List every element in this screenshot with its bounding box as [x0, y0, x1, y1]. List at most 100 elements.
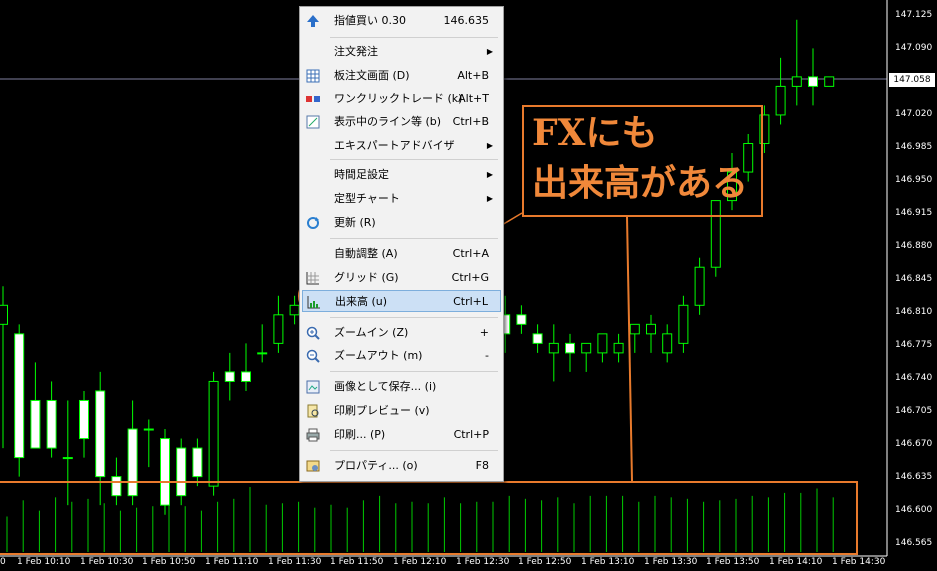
menu-item-label: 出来高 (u) [335, 295, 388, 308]
candle-body [678, 304, 689, 344]
menu-item-11[interactable]: グリッド (G) Ctrl+G [302, 267, 501, 289]
candle-body [565, 342, 575, 354]
menu-item-14[interactable]: ズームアウト (m) - [302, 345, 501, 367]
candle-body [662, 333, 673, 354]
candle-body [791, 76, 802, 87]
menu-item-shortcut: Alt+B [457, 69, 489, 82]
time-tick-label: 1 Feb 10:50 [142, 557, 196, 567]
candle-body [14, 333, 25, 459]
menu-item-label: 板注文画面 (D) [334, 69, 410, 82]
menu-item-7[interactable]: 時間足設定 ▶ [302, 164, 501, 186]
menu-item-label: 表示中のライン等 (b) [334, 115, 442, 128]
menu-item-6[interactable]: エキスパートアドバイザ ▶ [302, 135, 501, 157]
menu-item-shortcut: - [485, 349, 489, 362]
candle-body [808, 76, 818, 87]
candle-body [581, 342, 592, 354]
menu-item-3[interactable]: 板注文画面 (D) Alt+B [302, 65, 501, 87]
candle-body [143, 428, 154, 431]
candle-body [62, 457, 73, 460]
menu-item-shortcut: Ctrl+L [453, 295, 488, 308]
menu-item-label: 指値買い 0.30 [334, 14, 406, 27]
candle-body [629, 323, 640, 335]
candle-body [241, 371, 251, 382]
menu-item-16[interactable]: 印刷プレビュー (v) [302, 400, 501, 422]
menu-item-9[interactable]: 更新 (R) [302, 212, 501, 234]
menu-item-shortcut: + [479, 326, 489, 339]
menu-separator [330, 159, 498, 160]
submenu-arrow-icon: ▶ [486, 141, 493, 150]
price-tick-label: 147.020 [895, 109, 933, 119]
candle-body [95, 390, 106, 478]
price-tick-label: 146.740 [895, 373, 933, 383]
menu-item-12[interactable]: 出来高 (u) Ctrl+L [302, 290, 501, 312]
menu-item-label: 画像として保存... (i) [334, 380, 437, 393]
menu-item-label: ズームイン (Z) [334, 326, 409, 339]
menu-item-shortcut: Ctrl+G [451, 271, 489, 284]
menu-item-17[interactable]: 印刷... (P) Ctrl+P [302, 424, 501, 446]
price-tick-label: 147.090 [895, 43, 933, 53]
grid-icon [306, 271, 320, 285]
candle-body [824, 76, 835, 87]
time-tick-label: 1 Feb 11:50 [330, 557, 384, 567]
time-tick-label: 1 Feb 13:50 [706, 557, 760, 567]
menu-item-1[interactable]: 指値買い 0.30 146.635 [302, 10, 501, 32]
save-image-icon [306, 380, 320, 394]
menu-item-label: ワンクリックトレード (k) [334, 92, 463, 105]
current-price-marker: 147.058 [889, 73, 935, 87]
menu-item-5[interactable]: 表示中のライン等 (b) Ctrl+B [302, 111, 501, 133]
menu-item-label: 印刷... (P) [334, 428, 386, 441]
menu-item-label: ズームアウト (m) [334, 349, 423, 362]
time-tick-label: 1 Feb 12:10 [393, 557, 447, 567]
time-tick-label: 1 Feb 13:10 [581, 557, 635, 567]
menu-separator [330, 450, 498, 451]
refresh-icon [306, 216, 320, 230]
menu-item-label: プロパティ... (o) [334, 459, 418, 472]
candle-body [532, 333, 543, 344]
zoom-out-icon [306, 349, 320, 363]
time-tick-label: 1 Feb 14:10 [769, 557, 823, 567]
candle-body [192, 447, 203, 478]
price-tick-label: 146.915 [895, 208, 933, 218]
menu-item-4[interactable]: ワンクリックトレード (k) Alt+T [302, 88, 501, 110]
menu-item-8[interactable]: 定型チャート ▶ [302, 188, 501, 210]
annotation-line-1: FXにも [532, 112, 658, 154]
candle-body [646, 323, 656, 335]
candle-body [775, 85, 786, 116]
annotation-pointer-line [626, 216, 633, 482]
annotation-line-2: 出来高がある [532, 162, 749, 204]
menu-item-label: 定型チャート [334, 192, 400, 205]
menu-item-2[interactable]: 注文発注 ▶ [302, 41, 501, 63]
menu-item-shortcut: Ctrl+B [452, 115, 489, 128]
time-tick-label: 1 Feb 11:30 [268, 557, 322, 567]
menu-item-shortcut: Ctrl+P [453, 428, 489, 441]
menu-item-15[interactable]: 画像として保存... (i) [302, 376, 501, 398]
candle-body [208, 380, 219, 487]
menu-separator [330, 317, 498, 318]
submenu-arrow-icon: ▶ [486, 170, 493, 179]
menu-item-shortcut: Ctrl+A [452, 247, 489, 260]
print-preview-icon [306, 404, 320, 418]
price-tick-label: 146.600 [895, 505, 933, 515]
price-tick-label: 146.775 [895, 340, 933, 350]
price-tick-label: 146.565 [895, 538, 933, 548]
price-tick-label: 146.880 [895, 241, 933, 251]
menu-item-13[interactable]: ズームイン (Z) + [302, 322, 501, 344]
price-tick-label: 146.810 [895, 307, 933, 317]
menu-separator [330, 371, 498, 372]
menu-item-label: 注文発注 [334, 45, 378, 58]
time-tick-label: 1 Feb 13:30 [644, 557, 698, 567]
candle-body [257, 352, 268, 355]
one-click-trade-icon [306, 92, 320, 106]
menu-item-label: グリッド (G) [334, 271, 399, 284]
menu-item-label: エキスパートアドバイザ [334, 139, 455, 152]
menu-item-18[interactable]: プロパティ... (o) F8 [302, 455, 501, 477]
price-tick-label: 146.985 [895, 142, 933, 152]
time-tick-label: 1 Feb 10:10 [17, 557, 71, 567]
menu-item-label: 印刷プレビュー (v) [334, 404, 430, 417]
candle-body [46, 399, 57, 449]
candle-body [30, 399, 41, 449]
candle-body [224, 371, 235, 382]
menu-separator [330, 37, 498, 38]
price-tick-label: 147.125 [895, 10, 933, 20]
menu-item-10[interactable]: 自動調整 (A) Ctrl+A [302, 243, 501, 265]
